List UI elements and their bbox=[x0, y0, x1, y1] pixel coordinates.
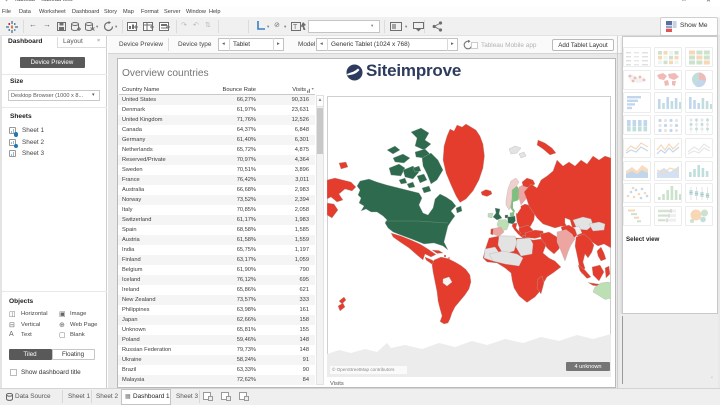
svg-text:T: T bbox=[293, 24, 298, 31]
